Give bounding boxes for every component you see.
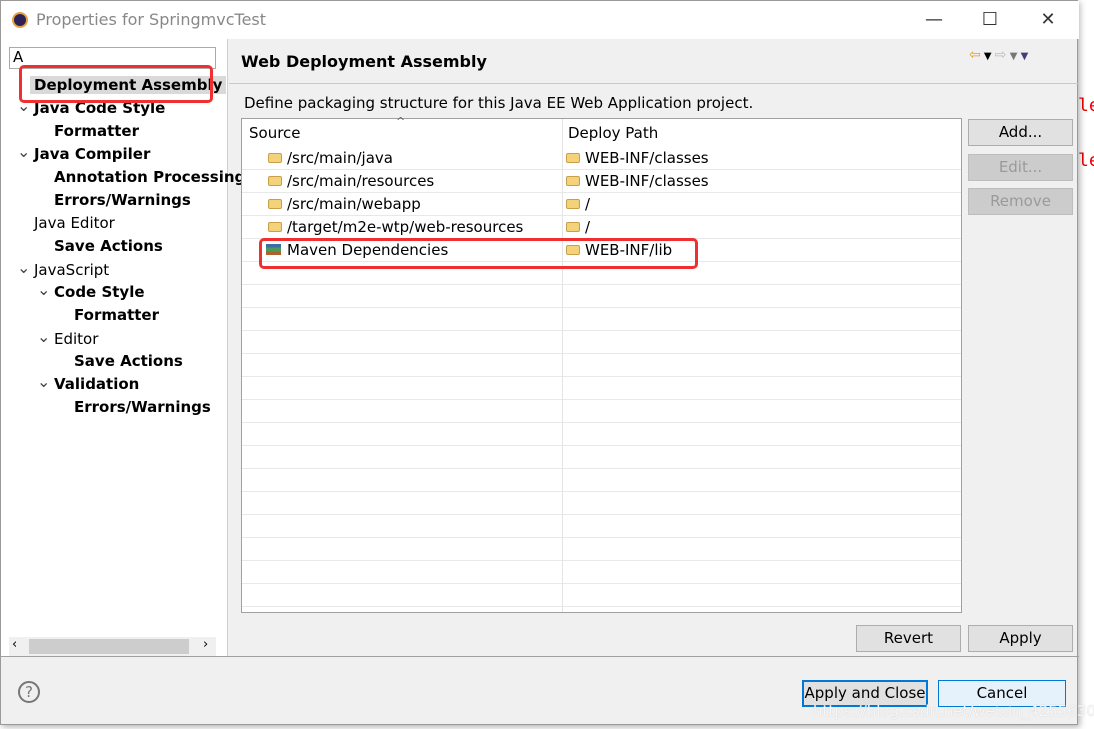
- divider: [229, 83, 1079, 84]
- watermark: https://blog.csdn.net/weixin_42556307: [813, 702, 1094, 720]
- tree-item[interactable]: JavaScript: [34, 261, 109, 279]
- apply-button[interactable]: Apply: [968, 625, 1073, 652]
- source-cell: /src/main/java: [287, 149, 393, 167]
- forward-icon[interactable]: ⇨: [995, 47, 1007, 63]
- column-divider: [562, 119, 563, 612]
- revert-button[interactable]: Revert: [856, 625, 961, 652]
- tree-item[interactable]: Java Editor: [34, 214, 115, 232]
- back-icon[interactable]: ⇦: [969, 47, 981, 63]
- assembly-table: Source ^ Deploy Path /src/main/java WEB-I…: [241, 115, 962, 613]
- tree-item[interactable]: Errors/Warnings: [54, 191, 191, 209]
- scroll-right-icon[interactable]: ›: [203, 637, 208, 652]
- table-row: [242, 354, 961, 377]
- cancel-label: Cancel: [976, 684, 1028, 702]
- scrollbar-thumb[interactable]: [29, 639, 189, 654]
- column-deploy-path[interactable]: Deploy Path: [568, 124, 658, 142]
- tree-item[interactable]: Annotation Processing: [54, 168, 245, 186]
- chevron-down-icon[interactable]: ⌄: [17, 258, 30, 277]
- table-row: [242, 446, 961, 469]
- deploy-path-cell: /: [585, 195, 591, 213]
- sort-ascending-icon: ^: [396, 115, 406, 128]
- chevron-down-icon[interactable]: ⌄: [37, 327, 50, 346]
- table-row: [242, 423, 961, 446]
- help-icon[interactable]: ?: [18, 681, 40, 703]
- page-title: Web Deployment Assembly: [241, 52, 487, 71]
- add-button[interactable]: Add...: [968, 119, 1073, 146]
- folder-icon: [268, 153, 282, 163]
- tree-item[interactable]: Formatter: [74, 306, 159, 324]
- source-cell: /src/main/resources: [287, 172, 435, 190]
- view-menu-icon[interactable]: ▼: [1021, 51, 1029, 62]
- tree-item[interactable]: Save Actions: [54, 237, 163, 255]
- folder-icon: [268, 176, 282, 186]
- table-row: [242, 377, 961, 400]
- divider: [1, 656, 1079, 657]
- deploy-path-cell: WEB-INF/classes: [585, 149, 709, 167]
- forward-menu-icon[interactable]: ▼: [1007, 51, 1021, 62]
- folder-icon: [268, 222, 282, 232]
- horizontal-scrollbar[interactable]: ‹ ›: [9, 637, 216, 656]
- table-row[interactable]: /src/main/resources WEB-INF/classes: [242, 170, 961, 193]
- remove-label: Remove: [990, 192, 1051, 210]
- column-source[interactable]: Source: [249, 124, 301, 142]
- apply-label: Apply: [999, 629, 1042, 647]
- table-row[interactable]: /src/main/webapp /: [242, 193, 961, 216]
- table-row[interactable]: /target/m2e-wtp/web-resources /: [242, 216, 961, 239]
- table-row: [242, 538, 961, 561]
- folder-icon: [566, 199, 580, 209]
- tree-item[interactable]: Save Actions: [74, 352, 183, 370]
- table-row: [242, 469, 961, 492]
- table-row[interactable]: /src/main/java WEB-INF/classes: [242, 147, 961, 170]
- tree-item[interactable]: Code Style: [54, 283, 145, 301]
- table-row: [242, 515, 961, 538]
- folder-icon: [566, 222, 580, 232]
- window-title: Properties for SpringmvcTest: [36, 10, 267, 29]
- table-row: [242, 492, 961, 515]
- properties-dialog: Properties for SpringmvcTest — ☐ ✕ A Dep…: [0, 0, 1094, 725]
- page-description: Define packaging structure for this Java…: [244, 94, 754, 112]
- add-label: Add...: [998, 123, 1043, 141]
- maximize-button[interactable]: ☐: [975, 9, 1005, 30]
- preference-tree-panel: A Deployment Assembly Java Code Style ⌄ For…: [1, 39, 245, 656]
- table-row: [242, 331, 961, 354]
- deploy-path-cell: WEB-INF/classes: [585, 172, 709, 190]
- tree-item[interactable]: Java Compiler: [34, 145, 150, 163]
- folder-icon: [566, 153, 580, 163]
- tree-item[interactable]: Validation: [54, 375, 139, 393]
- table-row: [242, 584, 961, 607]
- apply-and-close-label: Apply and Close: [804, 684, 926, 702]
- tree-item[interactable]: Formatter: [54, 122, 139, 140]
- source-cell: /target/m2e-wtp/web-resources: [287, 218, 524, 236]
- tree-item[interactable]: Errors/Warnings: [74, 398, 211, 416]
- eclipse-icon: [12, 12, 28, 28]
- table-row: [242, 308, 961, 331]
- chevron-down-icon[interactable]: ⌄: [37, 280, 50, 299]
- background-editor: le le: [1078, 0, 1094, 729]
- minimize-button[interactable]: —: [919, 9, 949, 30]
- table-header: Source ^ Deploy Path: [242, 115, 961, 147]
- deploy-path-cell: /: [585, 218, 591, 236]
- remove-button[interactable]: Remove: [968, 188, 1073, 215]
- tree-item[interactable]: Editor: [54, 330, 98, 348]
- chevron-down-icon[interactable]: ⌄: [37, 372, 50, 391]
- source-cell: /src/main/webapp: [287, 195, 421, 213]
- edit-button[interactable]: Edit...: [968, 154, 1073, 181]
- edit-label: Edit...: [998, 158, 1043, 176]
- highlight-box: [19, 65, 213, 103]
- table-row: [242, 285, 961, 308]
- title-bar: Properties for SpringmvcTest — ☐ ✕: [1, 1, 1079, 39]
- close-button[interactable]: ✕: [1033, 9, 1063, 30]
- table-row: [242, 561, 961, 584]
- folder-icon: [566, 176, 580, 186]
- back-menu-icon[interactable]: ▼: [981, 51, 995, 62]
- nav-toolbar: ⇦ ▼ ⇨ ▼ ▼: [969, 47, 1028, 63]
- revert-label: Revert: [883, 629, 934, 647]
- highlight-box: [259, 238, 698, 269]
- table-row: [242, 400, 961, 423]
- folder-icon: [268, 199, 282, 209]
- scroll-left-icon[interactable]: ‹: [12, 637, 17, 652]
- chevron-down-icon[interactable]: ⌄: [17, 142, 30, 161]
